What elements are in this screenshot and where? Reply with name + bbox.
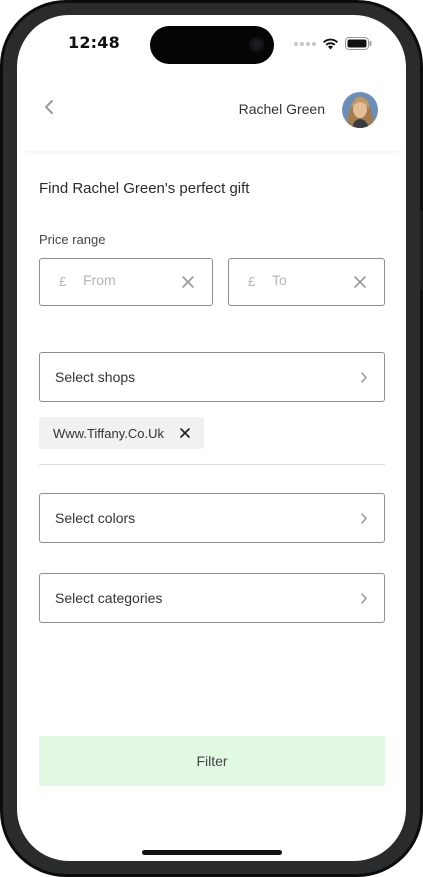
back-button[interactable] — [44, 99, 54, 119]
close-icon[interactable] — [179, 427, 191, 439]
avatar[interactable] — [342, 92, 378, 128]
app-header: Rachel Green — [17, 73, 406, 151]
select-categories-label: Select categories — [55, 590, 163, 606]
battery-icon — [345, 37, 372, 50]
chevron-left-icon — [45, 100, 53, 114]
shop-chip-label: Www.Tiffany.Co.Uk — [53, 426, 165, 441]
select-shops[interactable]: Select shops — [39, 352, 385, 402]
user-name: Rachel Green — [238, 101, 325, 117]
price-range-label: Price range — [39, 232, 106, 247]
chevron-right-icon — [361, 593, 367, 604]
close-icon[interactable] — [353, 275, 367, 289]
filter-form: Find Rachel Green's perfect gift Price r… — [17, 151, 406, 861]
currency-symbol: £ — [248, 274, 256, 289]
camera-icon — [249, 37, 264, 52]
price-from-field: £ — [39, 258, 213, 306]
home-indicator — [142, 850, 282, 855]
price-to-field: £ — [228, 258, 385, 306]
phone-frame: 12:48 Rachel Green Find Rachel Green's p… — [0, 0, 423, 877]
shop-chip: Www.Tiffany.Co.Uk — [39, 417, 204, 449]
select-categories[interactable]: Select categories — [39, 573, 385, 623]
signal-icon — [294, 41, 316, 46]
dynamic-island — [150, 26, 274, 64]
select-shops-label: Select shops — [55, 369, 136, 385]
filter-button[interactable]: Filter — [39, 736, 385, 786]
select-colors-label: Select colors — [55, 510, 136, 526]
currency-symbol: £ — [59, 274, 67, 289]
select-colors[interactable]: Select colors — [39, 493, 385, 543]
wifi-icon — [323, 38, 338, 49]
price-to-input[interactable] — [272, 272, 352, 288]
status-time: 12:48 — [68, 33, 120, 52]
price-from-input[interactable] — [83, 272, 163, 288]
chevron-right-icon — [361, 513, 367, 524]
chevron-right-icon — [361, 372, 367, 383]
divider — [39, 464, 385, 465]
status-icons — [294, 37, 372, 50]
screen: 12:48 Rachel Green Find Rachel Green's p… — [17, 15, 406, 861]
close-icon[interactable] — [181, 275, 195, 289]
page-title: Find Rachel Green's perfect gift — [39, 180, 250, 197]
